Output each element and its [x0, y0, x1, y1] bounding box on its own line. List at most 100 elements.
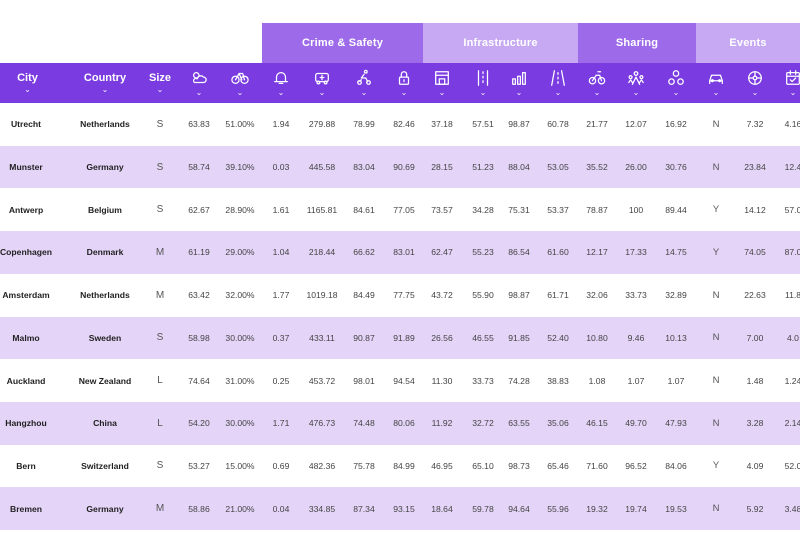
value-cell: 14.75 — [665, 247, 687, 258]
value-cell: 57.0 — [784, 204, 800, 215]
value-cell: 84.06 — [665, 460, 687, 471]
value-cell: 52.0 — [784, 460, 800, 471]
size-cell: S — [156, 460, 164, 472]
table-row[interactable]: Antwerp Belgium S 62.67 28.90% 1.61 1165.81 84.… — [0, 188, 800, 232]
bicycle-icon — [230, 69, 250, 87]
group-icon — [626, 69, 646, 87]
value-cell: 1.94 — [272, 119, 290, 130]
table-row[interactable]: Copenhagen Denmark M 61.19 29.00% 1.04 218.44 6… — [0, 231, 800, 274]
bike-lane-icon — [473, 69, 493, 87]
sort-cyclist-header[interactable]: ⌄ — [348, 63, 380, 103]
group-crime-safety: Crime & Safety — [262, 23, 423, 63]
value-cell: 39.10% — [225, 162, 255, 173]
value-cell: 93.15 — [393, 503, 415, 514]
table-row[interactable]: Munster Germany S 58.74 39.10% 0.03 445.58 83.0… — [0, 145, 800, 189]
sort-lock-header[interactable]: ⌄ — [388, 63, 420, 103]
sort-group-header[interactable]: ⌄ — [620, 63, 652, 103]
table-row[interactable]: Malmo Sweden S 58.98 30.00% 0.37 433.11 90.87 91… — [0, 316, 800, 360]
sort-bell-header[interactable]: ⌄ — [265, 63, 297, 103]
sort-city-header[interactable]: City ⌄ — [0, 63, 55, 103]
value-cell: 34.28 — [472, 204, 494, 215]
value-cell: 3.28 — [746, 418, 764, 429]
table-row[interactable]: Utrecht Netherlands S 63.83 51.00% 1.94 279.88… — [0, 103, 800, 146]
value-cell: 55.23 — [472, 247, 494, 258]
value-cell: 1.08 — [588, 375, 606, 386]
value-cell: 35.06 — [547, 418, 569, 429]
value-cell: 1.71 — [272, 418, 290, 429]
value-cell: 17.33 — [625, 247, 647, 258]
lock-icon — [394, 69, 414, 87]
table-row[interactable]: Bern Switzerland S 53.27 15.00% 0.69 482.36 75.… — [0, 444, 800, 488]
sort-bicycle-header[interactable]: ⌄ — [224, 63, 256, 103]
value-cell: 1.04 — [272, 247, 290, 258]
value-cell: 80.06 — [393, 418, 415, 429]
value-cell: 82.46 — [393, 119, 415, 130]
sort-network-header[interactable]: ⌄ — [660, 63, 692, 103]
table-header: City ⌄ Country ⌄ Size ⌄ ⌄ ⌄ ⌄ ⌄ ⌄ ⌄ ⌄ ⌄ ⌄ ⌄ ⌄ ⌄ ⌄ ⌄ ⌄ ⌄ — [0, 63, 800, 103]
value-cell: 22.63 — [744, 290, 766, 301]
sort-road-header[interactable]: ⌄ — [542, 63, 574, 103]
sort-calendar-header[interactable]: ⌄ — [777, 63, 800, 103]
sort-size-header[interactable]: Size ⌄ — [145, 63, 175, 103]
table-row[interactable]: Bremen Germany M 58.86 21.00% 0.04 334.85 87.34… — [0, 487, 800, 530]
chevron-down-icon: ⌄ — [751, 88, 759, 97]
table-row[interactable]: Auckland New Zealand L 74.64 31.00% 0.25 453.7… — [0, 359, 800, 402]
value-cell: 32.00% — [225, 290, 255, 301]
size-cell: L — [157, 375, 163, 387]
value-cell: 35.52 — [586, 162, 608, 173]
value-cell: N — [712, 417, 720, 429]
value-cell: 61.71 — [547, 290, 569, 301]
group-sharing: Sharing — [578, 23, 696, 63]
sort-wheel-header[interactable]: ⌄ — [739, 63, 771, 103]
country-cell: Sweden — [88, 332, 122, 343]
column-group-bar: Crime & Safety Infrastructure Sharing Ev… — [0, 23, 800, 63]
sort-bike-share-header[interactable]: ⌄ — [581, 63, 613, 103]
sort-ambulance-header[interactable]: ⌄ — [306, 63, 338, 103]
table-row[interactable]: Hangzhou China L 54.20 30.00% 1.71 476.73 74.48… — [0, 401, 800, 445]
value-cell: 7.32 — [746, 119, 764, 130]
chevron-down-icon: ⌄ — [195, 88, 203, 97]
value-cell: 46.55 — [472, 332, 494, 343]
group-infrastructure: Infrastructure — [423, 23, 578, 63]
value-cell: 58.86 — [188, 503, 210, 514]
value-cell: 58.74 — [188, 162, 210, 173]
size-cell: S — [156, 332, 164, 344]
value-cell: 445.58 — [308, 162, 336, 173]
value-cell: 21.77 — [586, 119, 608, 130]
value-cell: N — [712, 332, 720, 344]
value-cell: Y — [712, 460, 720, 472]
size-cell: M — [155, 246, 165, 258]
value-cell: 84.61 — [353, 204, 375, 215]
size-cell: L — [157, 417, 163, 429]
value-cell: Y — [712, 246, 720, 258]
value-cell: 53.27 — [188, 460, 210, 471]
value-cell: 1.48 — [746, 375, 764, 386]
value-cell: 12.4 — [784, 162, 800, 173]
value-cell: 74.05 — [744, 247, 766, 258]
value-cell: 65.10 — [472, 460, 494, 471]
value-cell: 62.47 — [431, 247, 453, 258]
city-cell: Hangzhou — [5, 418, 47, 429]
value-cell: 51.23 — [472, 162, 494, 173]
value-cell: 33.73 — [625, 290, 647, 301]
network-icon — [666, 69, 686, 87]
country-cell: New Zealand — [78, 375, 132, 386]
sort-country-header[interactable]: Country ⌄ — [75, 63, 135, 103]
sort-bike-shop-header[interactable]: ⌄ — [426, 63, 458, 103]
sort-bike-lane-header[interactable]: ⌄ — [467, 63, 499, 103]
wheel-icon — [745, 69, 765, 87]
chevron-down-icon: ⌄ — [318, 88, 326, 97]
sort-weather-header[interactable]: ⌄ — [183, 63, 215, 103]
value-cell: 60.78 — [547, 119, 569, 130]
table-row[interactable]: Amsterdam Netherlands M 63.42 32.00% 1.77 1019… — [0, 273, 800, 317]
value-cell: 38.83 — [547, 375, 569, 386]
country-cell: Germany — [86, 162, 124, 173]
city-cell: Utrecht — [10, 119, 42, 130]
sort-bar-chart-header[interactable]: ⌄ — [503, 63, 535, 103]
value-cell: 9.46 — [627, 332, 645, 343]
ambulance-icon — [312, 69, 332, 87]
sort-car-header[interactable]: ⌄ — [700, 63, 732, 103]
value-cell: 0.37 — [272, 332, 290, 343]
value-cell: 74.64 — [188, 375, 210, 386]
value-cell: 32.89 — [665, 290, 687, 301]
